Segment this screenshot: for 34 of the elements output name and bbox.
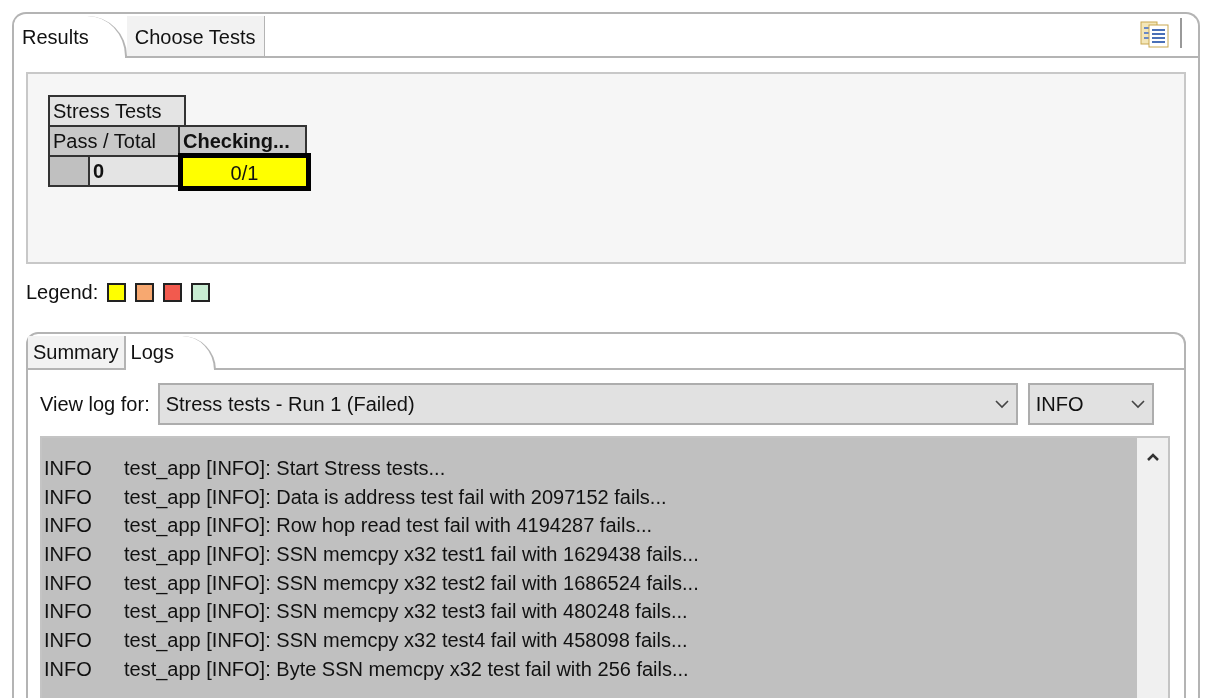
scrollbar[interactable] (1137, 438, 1168, 698)
log-level: INFO (43, 456, 93, 481)
table-header: Stress Tests (48, 95, 186, 127)
log-message: test_app [INFO]: Row hop read test fail with 4194287 fails... (124, 513, 653, 539)
log-message: test_app [INFO]: SSN memcpy x32 test2 fail with 1686524 fails... (124, 570, 699, 597)
log-message: test_app [INFO]: Start Stress tests... (124, 456, 446, 482)
log-message: test_app [INFO]: SSN memcpy x32 test4 fail with 458098 fails... (124, 628, 688, 654)
tab[interactable]: Choose Tests (126, 16, 265, 56)
chevron-down-icon (1129, 399, 1146, 409)
table-cell (48, 155, 90, 187)
scroll-up-icon[interactable] (1145, 452, 1160, 462)
tab[interactable]: Summary (28, 336, 126, 368)
chevron-down-icon (993, 399, 1010, 409)
log-level: INFO (43, 542, 93, 568)
tab[interactable]: Logs (125, 336, 216, 370)
field-label: View log for: (40, 392, 150, 416)
log-level: INFO (43, 628, 93, 654)
legend-label: Legend: (26, 280, 99, 304)
table-header: Pass / Total (48, 125, 180, 157)
log-message: test_app [INFO]: Data is address test fail with 2097152 fails... (124, 484, 667, 511)
log-level: INFO (43, 656, 93, 682)
log-level: INFO (43, 599, 93, 625)
tab[interactable]: Results (14, 16, 127, 58)
log-message: test_app [INFO]: SSN memcpy x32 test3 fail with 480248 fails... (124, 599, 688, 625)
table-cell: 0 (88, 155, 180, 187)
dropdown[interactable]: Stress tests - Run 1 (Failed) (157, 383, 1018, 425)
log-message: test_app [INFO]: SSN memcpy x32 test1 fail with 1629438 fails... (124, 542, 699, 568)
copy-icon[interactable] (1140, 20, 1170, 48)
log-level: INFO (43, 513, 93, 539)
log-level: INFO (43, 570, 93, 596)
dropdown[interactable]: INFO (1027, 383, 1154, 425)
log-message: test_app [INFO]: Byte SSN memcpy x32 test fail with 256 fails... (124, 656, 689, 683)
log-level: INFO (43, 484, 93, 510)
result-cell[interactable]: 0/1 (178, 153, 311, 191)
